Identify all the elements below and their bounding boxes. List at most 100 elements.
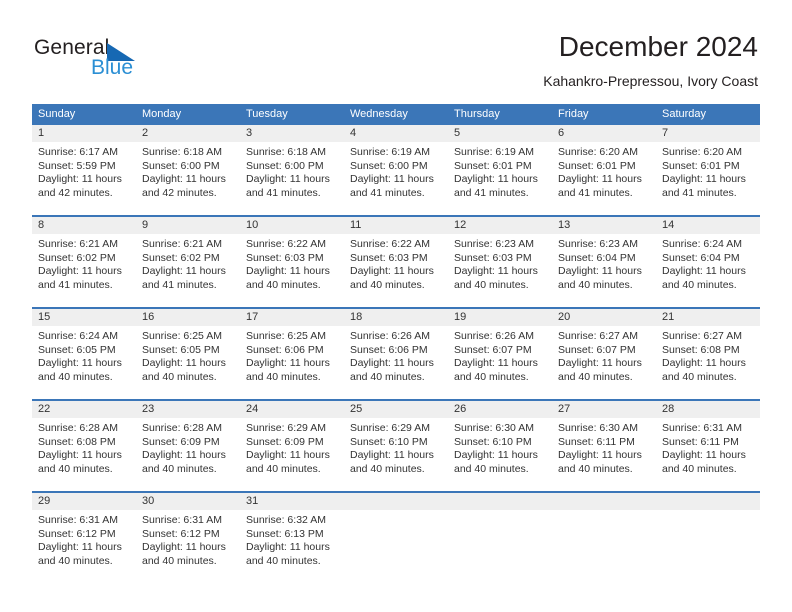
day-cell[interactable]: 19 Sunrise: 6:26 AM Sunset: 6:07 PM Dayligh… xyxy=(448,309,552,389)
day-cell[interactable]: 1 Sunrise: 6:17 AM Sunset: 5:59 PM Daylight… xyxy=(32,125,136,205)
day-detail-sunset: Sunset: 6:11 PM xyxy=(662,435,739,448)
day-cell[interactable]: 13 Sunrise: 6:23 AM Sunset: 6:04 PM Dayligh… xyxy=(552,217,656,297)
day-cell[interactable]: 29 Sunrise: 6:31 AM Sunset: 6:12 PM Dayligh… xyxy=(32,493,136,573)
day-detail-sunset: Sunset: 6:06 PM xyxy=(246,343,324,356)
day-detail-daylight-2: and 40 minutes. xyxy=(246,554,321,567)
day-detail-daylight-1: Daylight: 11 hours xyxy=(558,449,642,461)
day-detail-sunrise: Sunrise: 6:25 AM xyxy=(246,330,326,342)
day-detail-sunset: Sunset: 6:04 PM xyxy=(662,251,740,264)
day-cell[interactable]: 16 Sunrise: 6:25 AM Sunset: 6:05 PM Dayligh… xyxy=(136,309,240,389)
day-cell[interactable]: 14 Sunrise: 6:24 AM Sunset: 6:04 PM Dayligh… xyxy=(656,217,760,297)
day-detail-daylight-2: and 41 minutes. xyxy=(662,186,737,199)
day-cell[interactable]: 20 Sunrise: 6:27 AM Sunset: 6:07 PM Dayligh… xyxy=(552,309,656,389)
day-detail-sunrise: Sunrise: 6:19 AM xyxy=(350,146,430,158)
day-detail-daylight-2: and 40 minutes. xyxy=(38,462,113,475)
day-detail-sunrise: Sunrise: 6:28 AM xyxy=(142,422,222,434)
day-number: 9 xyxy=(136,217,240,234)
day-cell[interactable]: 18 Sunrise: 6:26 AM Sunset: 6:06 PM Dayligh… xyxy=(344,309,448,389)
day-cell[interactable]: 23 Sunrise: 6:28 AM Sunset: 6:09 PM Dayligh… xyxy=(136,401,240,481)
day-detail-daylight-2: and 40 minutes. xyxy=(558,278,633,291)
day-details: Sunrise: 6:31 AM Sunset: 6:12 PM Daylight:… xyxy=(136,510,240,572)
day-number: 13 xyxy=(552,217,656,234)
weekday-header-friday: Friday xyxy=(558,108,589,120)
day-detail-daylight-1: Daylight: 11 hours xyxy=(38,173,122,185)
week-spacer xyxy=(32,389,760,399)
day-cell[interactable]: 28 Sunrise: 6:31 AM Sunset: 6:11 PM Dayligh… xyxy=(656,401,760,481)
day-cell[interactable]: 12 Sunrise: 6:23 AM Sunset: 6:03 PM Dayligh… xyxy=(448,217,552,297)
day-detail-daylight-2: and 41 minutes. xyxy=(38,278,113,291)
day-details: Sunrise: 6:24 AM Sunset: 6:04 PM Daylight:… xyxy=(656,234,760,296)
day-detail-daylight-2: and 40 minutes. xyxy=(38,370,113,383)
day-cell[interactable]: 5 Sunrise: 6:19 AM Sunset: 6:01 PM Daylight… xyxy=(448,125,552,205)
day-cell[interactable]: 7 Sunrise: 6:20 AM Sunset: 6:01 PM Daylight… xyxy=(656,125,760,205)
day-details: Sunrise: 6:21 AM Sunset: 6:02 PM Daylight:… xyxy=(136,234,240,296)
weekday-header-sunday: Sunday xyxy=(38,108,76,120)
day-detail-sunset: Sunset: 6:05 PM xyxy=(142,343,220,356)
day-detail-sunset: Sunset: 6:07 PM xyxy=(454,343,532,356)
day-detail-sunset: Sunset: 6:01 PM xyxy=(558,159,636,172)
day-cell[interactable]: 9 Sunrise: 6:21 AM Sunset: 6:02 PM Daylight… xyxy=(136,217,240,297)
day-details: Sunrise: 6:22 AM Sunset: 6:03 PM Daylight:… xyxy=(240,234,344,296)
day-number: 22 xyxy=(32,401,136,418)
day-cell[interactable]: 2 Sunrise: 6:18 AM Sunset: 6:00 PM Daylight… xyxy=(136,125,240,205)
day-detail-daylight-1: Daylight: 11 hours xyxy=(662,357,746,369)
day-number: 30 xyxy=(136,493,240,510)
day-detail-daylight-2: and 40 minutes. xyxy=(38,554,113,567)
day-cell[interactable]: 4 Sunrise: 6:19 AM Sunset: 6:00 PM Daylight… xyxy=(344,125,448,205)
day-detail-sunset: Sunset: 6:01 PM xyxy=(454,159,532,172)
day-detail-sunrise: Sunrise: 6:23 AM xyxy=(558,238,638,250)
day-detail-sunrise: Sunrise: 6:29 AM xyxy=(350,422,430,434)
day-cell[interactable]: 10 Sunrise: 6:22 AM Sunset: 6:03 PM Dayligh… xyxy=(240,217,344,297)
day-detail-daylight-2: and 40 minutes. xyxy=(454,462,529,475)
day-cell[interactable]: 26 Sunrise: 6:30 AM Sunset: 6:10 PM Dayligh… xyxy=(448,401,552,481)
day-cell[interactable]: 6 Sunrise: 6:20 AM Sunset: 6:01 PM Daylight… xyxy=(552,125,656,205)
day-detail-sunrise: Sunrise: 6:20 AM xyxy=(558,146,638,158)
day-cell[interactable]: 30 Sunrise: 6:31 AM Sunset: 6:12 PM Dayligh… xyxy=(136,493,240,573)
day-number: 3 xyxy=(240,125,344,142)
day-details xyxy=(656,510,760,518)
day-detail-daylight-2: and 42 minutes. xyxy=(38,186,113,199)
day-detail-sunrise: Sunrise: 6:31 AM xyxy=(38,514,118,526)
day-number: 5 xyxy=(448,125,552,142)
day-detail-daylight-2: and 40 minutes. xyxy=(246,278,321,291)
day-detail-daylight-1: Daylight: 11 hours xyxy=(662,173,746,185)
day-detail-daylight-1: Daylight: 11 hours xyxy=(350,357,434,369)
day-number: 7 xyxy=(656,125,760,142)
day-detail-daylight-1: Daylight: 11 hours xyxy=(246,449,330,461)
weekday-header-thursday: Thursday xyxy=(454,108,500,120)
day-detail-sunset: Sunset: 6:09 PM xyxy=(246,435,324,448)
day-cell[interactable]: 17 Sunrise: 6:25 AM Sunset: 6:06 PM Dayligh… xyxy=(240,309,344,389)
general-blue-logo[interactable]: General Blue xyxy=(34,36,204,84)
day-detail-sunrise: Sunrise: 6:26 AM xyxy=(350,330,430,342)
day-details: Sunrise: 6:28 AM Sunset: 6:09 PM Daylight:… xyxy=(136,418,240,480)
page-header: General Blue December 2024 Kahankro-Prep… xyxy=(0,0,792,98)
day-cell[interactable]: 15 Sunrise: 6:24 AM Sunset: 6:05 PM Dayligh… xyxy=(32,309,136,389)
day-cell[interactable]: 3 Sunrise: 6:18 AM Sunset: 6:00 PM Daylight… xyxy=(240,125,344,205)
day-cell[interactable]: 31 Sunrise: 6:32 AM Sunset: 6:13 PM Dayligh… xyxy=(240,493,344,573)
day-cell[interactable]: 21 Sunrise: 6:27 AM Sunset: 6:08 PM Dayligh… xyxy=(656,309,760,389)
day-detail-daylight-1: Daylight: 11 hours xyxy=(246,265,330,277)
day-number: 1 xyxy=(32,125,136,142)
day-number: 10 xyxy=(240,217,344,234)
day-detail-daylight-2: and 41 minutes. xyxy=(454,186,529,199)
page-title: December 2024 xyxy=(558,31,758,62)
day-detail-daylight-2: and 41 minutes. xyxy=(558,186,633,199)
day-cell[interactable]: 27 Sunrise: 6:30 AM Sunset: 6:11 PM Dayligh… xyxy=(552,401,656,481)
day-cell[interactable]: 25 Sunrise: 6:29 AM Sunset: 6:10 PM Dayligh… xyxy=(344,401,448,481)
day-detail-sunrise: Sunrise: 6:19 AM xyxy=(454,146,534,158)
day-cell[interactable]: 22 Sunrise: 6:28 AM Sunset: 6:08 PM Dayligh… xyxy=(32,401,136,481)
day-detail-sunrise: Sunrise: 6:18 AM xyxy=(246,146,326,158)
day-number: 12 xyxy=(448,217,552,234)
day-cell[interactable]: 8 Sunrise: 6:21 AM Sunset: 6:02 PM Daylight… xyxy=(32,217,136,297)
day-number: 14 xyxy=(656,217,760,234)
day-detail-sunset: Sunset: 6:02 PM xyxy=(38,251,116,264)
day-detail-daylight-2: and 40 minutes. xyxy=(350,462,425,475)
day-details: Sunrise: 6:28 AM Sunset: 6:08 PM Daylight:… xyxy=(32,418,136,480)
day-cell[interactable]: 11 Sunrise: 6:22 AM Sunset: 6:03 PM Dayligh… xyxy=(344,217,448,297)
day-cell[interactable]: 24 Sunrise: 6:29 AM Sunset: 6:09 PM Dayligh… xyxy=(240,401,344,481)
day-number: 29 xyxy=(32,493,136,510)
day-detail-sunrise: Sunrise: 6:27 AM xyxy=(558,330,638,342)
day-detail-sunset: Sunset: 6:06 PM xyxy=(350,343,428,356)
calendar-page: General Blue December 2024 Kahankro-Prep… xyxy=(0,0,792,612)
day-details: Sunrise: 6:20 AM Sunset: 6:01 PM Daylight:… xyxy=(552,142,656,204)
